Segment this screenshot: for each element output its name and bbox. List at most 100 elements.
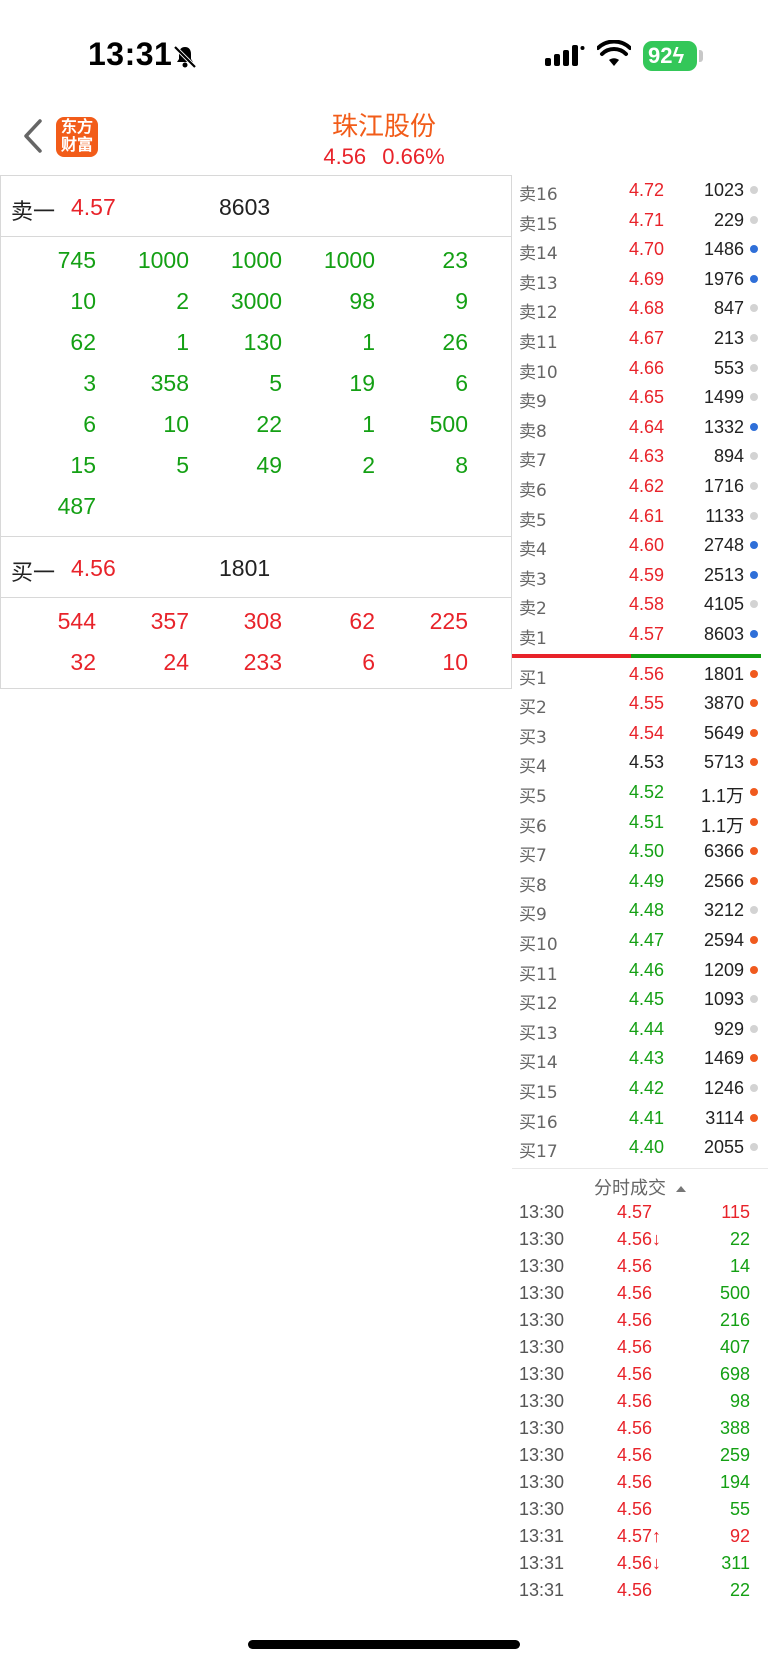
depth-dot-icon bbox=[750, 541, 758, 550]
depth-ask-row[interactable]: 卖13 4.69 1976 bbox=[512, 264, 768, 294]
depth-level-label: 卖5 bbox=[519, 510, 547, 531]
depth-dot-icon bbox=[750, 728, 758, 737]
depth-volume: 1209 bbox=[703, 959, 744, 980]
order-cell: 49 bbox=[256, 452, 282, 478]
depth-level-label: 买10 bbox=[519, 935, 558, 955]
depth-bid-row[interactable]: 买13 4.44 929 bbox=[512, 1014, 768, 1044]
order-cell: 1 bbox=[362, 329, 375, 355]
depth-bid-row[interactable]: 买16 4.41 3114 bbox=[512, 1103, 768, 1133]
trade-row: 13:30 4.56 388 bbox=[512, 1414, 768, 1441]
depth-dot-icon bbox=[750, 1113, 758, 1122]
order-cell: 358 bbox=[150, 370, 189, 396]
depth-volume: 3114 bbox=[705, 1107, 744, 1128]
depth-volume: 3870 bbox=[703, 693, 744, 714]
trade-volume: 259 bbox=[719, 1445, 750, 1465]
depth-bid-row[interactable]: 买7 4.50 6366 bbox=[512, 836, 768, 866]
depth-ask-row[interactable]: 卖10 4.66 553 bbox=[512, 353, 768, 383]
depth-bid-row[interactable]: 买5 4.52 1.1万 bbox=[512, 777, 768, 807]
depth-bid-row[interactable]: 买8 4.49 2566 bbox=[512, 866, 768, 896]
depth-ask-row[interactable]: 卖1 4.57 8603 bbox=[512, 619, 768, 649]
depth-level-label: 卖11 bbox=[519, 333, 558, 353]
depth-volume: 2566 bbox=[703, 870, 744, 891]
order-cell: 62 bbox=[70, 329, 96, 355]
depth-bid-row[interactable]: 买11 4.46 1209 bbox=[512, 955, 768, 985]
depth-dot-icon bbox=[750, 876, 758, 885]
order-cell: 2 bbox=[176, 288, 189, 314]
trades-title[interactable]: 分时成交 bbox=[512, 1168, 768, 1199]
depth-bid-row[interactable]: 买15 4.42 1246 bbox=[512, 1073, 768, 1103]
trade-time: 13:30 bbox=[519, 1418, 565, 1438]
battery-indicator: 92ϟ bbox=[643, 41, 697, 71]
depth-ask-row[interactable]: 卖7 4.63 894 bbox=[512, 441, 768, 471]
depth-ask-row[interactable]: 卖4 4.60 2748 bbox=[512, 530, 768, 560]
trade-time: 13:30 bbox=[519, 1283, 565, 1303]
depth-ask-row[interactable]: 卖12 4.68 847 bbox=[512, 293, 768, 323]
depth-bid-row[interactable]: 买4 4.53 5713 bbox=[512, 747, 768, 777]
depth-ask-row[interactable]: 卖9 4.65 1499 bbox=[512, 382, 768, 412]
order-cell: 10 bbox=[163, 411, 189, 437]
depth-price: 4.43 bbox=[628, 1048, 664, 1069]
order-cell: 3000 bbox=[230, 288, 282, 314]
depth-ask-row[interactable]: 卖14 4.70 1486 bbox=[512, 234, 768, 264]
trade-time: 13:30 bbox=[519, 1337, 565, 1357]
depth-bid-row[interactable]: 买10 4.47 2594 bbox=[512, 925, 768, 955]
depth-ask-row[interactable]: 卖16 4.72 1023 bbox=[512, 175, 768, 205]
trade-time: 13:30 bbox=[519, 1364, 565, 1384]
trade-volume: 698 bbox=[719, 1364, 750, 1384]
depth-ask-row[interactable]: 卖15 4.71 229 bbox=[512, 205, 768, 235]
depth-ask-row[interactable]: 卖3 4.59 2513 bbox=[512, 560, 768, 590]
depth-ask-row[interactable]: 卖6 4.62 1716 bbox=[512, 471, 768, 501]
home-indicator[interactable] bbox=[248, 1640, 520, 1649]
depth-bid-row[interactable]: 买2 4.55 3870 bbox=[512, 688, 768, 718]
depth-price: 4.68 bbox=[628, 298, 664, 319]
stock-name: 珠江股份 bbox=[331, 112, 436, 142]
depth-price: 4.61 bbox=[628, 505, 664, 526]
depth-level-label: 卖4 bbox=[519, 540, 547, 561]
depth-ask-row[interactable]: 卖11 4.67 213 bbox=[512, 323, 768, 353]
order-cell: 225 bbox=[429, 608, 468, 634]
depth-volume: 929 bbox=[713, 1018, 744, 1039]
status-bar: 13:31 92ϟ bbox=[0, 0, 768, 100]
depth-level-label: 买17 bbox=[519, 1142, 558, 1163]
depth-ask-row[interactable]: 卖2 4.58 4105 bbox=[512, 589, 768, 619]
depth-ask-row[interactable]: 卖8 4.64 1332 bbox=[512, 412, 768, 442]
ask1-row[interactable]: 卖一 4.57 8603 bbox=[1, 176, 511, 237]
depth-dot-icon bbox=[750, 995, 758, 1004]
depth-dot-icon bbox=[750, 847, 758, 856]
order-cell: 6 bbox=[455, 370, 468, 396]
depth-level-label: 买3 bbox=[519, 727, 547, 748]
depth-volume: 5649 bbox=[703, 722, 744, 743]
depth-level-label: 卖6 bbox=[519, 481, 547, 501]
order-cell: 5 bbox=[176, 452, 189, 478]
order-cell: 233 bbox=[243, 649, 282, 675]
depth-bid-row[interactable]: 买9 4.48 3212 bbox=[512, 895, 768, 925]
trade-time: 13:30 bbox=[519, 1229, 565, 1249]
depth-volume: 1486 bbox=[703, 239, 744, 260]
trade-row: 13:30 4.56↓ 22 bbox=[512, 1225, 768, 1252]
trade-price: 4.56 bbox=[617, 1310, 653, 1330]
order-cell: 26 bbox=[442, 329, 468, 355]
order-cell: 62 bbox=[349, 608, 375, 634]
order-cell: 1000 bbox=[230, 247, 282, 273]
order-cell: 22 bbox=[256, 411, 282, 437]
depth-ask-row[interactable]: 卖5 4.61 1133 bbox=[512, 501, 768, 531]
trade-time: 13:30 bbox=[519, 1391, 565, 1411]
depth-bid-row[interactable]: 买14 4.43 1469 bbox=[512, 1043, 768, 1073]
wifi-icon bbox=[597, 40, 631, 66]
depth-volume: 1716 bbox=[703, 476, 744, 496]
depth-level-label: 买12 bbox=[519, 994, 558, 1015]
depth-dot-icon bbox=[750, 304, 758, 313]
depth-bid-row[interactable]: 买17 4.40 2055 bbox=[512, 1132, 768, 1162]
nav-header: 东方 财富 珠江股份 4.56 0.66% bbox=[0, 100, 768, 176]
depth-price: 4.64 bbox=[628, 416, 664, 437]
trade-volume: 216 bbox=[719, 1310, 750, 1330]
depth-volume: 229 bbox=[713, 209, 744, 230]
depth-volume: 4105 bbox=[703, 594, 744, 615]
depth-bid-row[interactable]: 买6 4.51 1.1万 bbox=[512, 807, 768, 837]
depth-bid-row[interactable]: 买12 4.45 1093 bbox=[512, 984, 768, 1014]
depth-bid-row[interactable]: 买3 4.54 5649 bbox=[512, 718, 768, 748]
order-cell: 3 bbox=[83, 370, 96, 396]
depth-bid-row[interactable]: 买1 4.56 1801 bbox=[512, 659, 768, 689]
trade-row: 13:31 4.56↓ 311 bbox=[512, 1549, 768, 1576]
bid1-row[interactable]: 买一 4.56 1801 bbox=[1, 537, 511, 598]
